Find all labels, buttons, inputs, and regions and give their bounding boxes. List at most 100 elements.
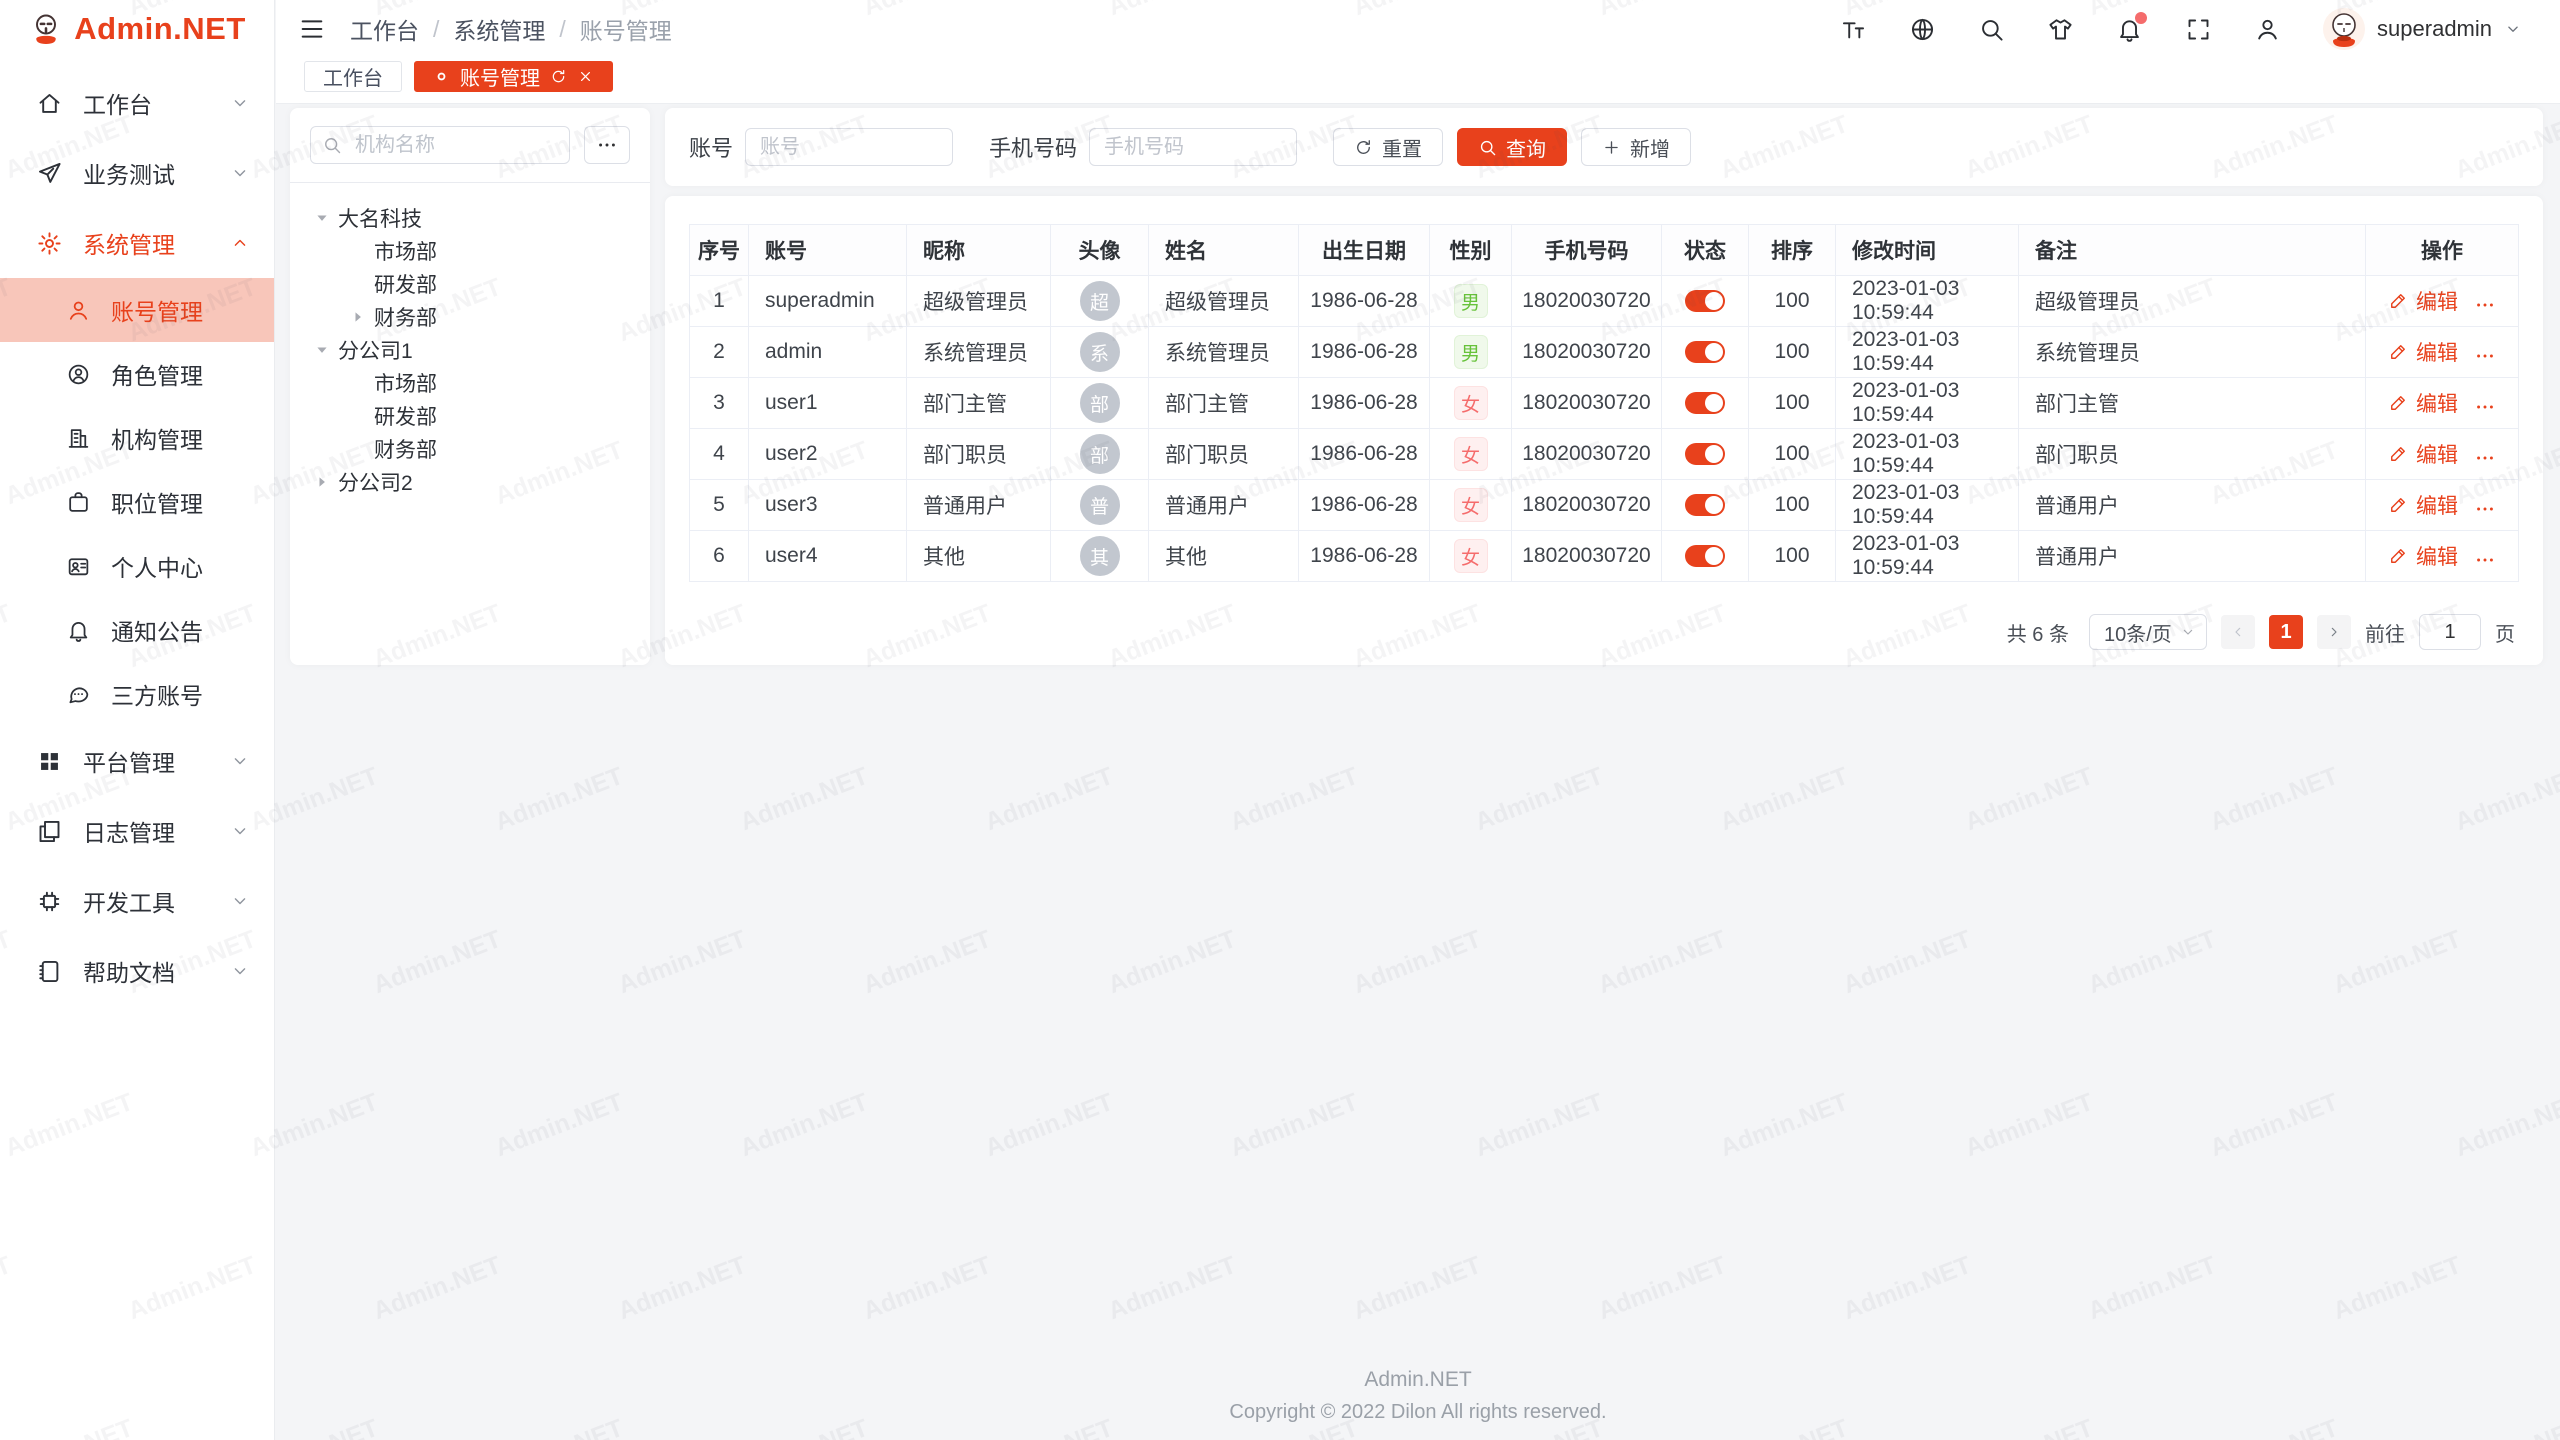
row-more-button[interactable]: [2474, 294, 2496, 316]
status-toggle[interactable]: [1685, 290, 1725, 312]
chevron-right-icon: [2326, 624, 2342, 640]
fullscreen-icon[interactable]: [2185, 16, 2212, 43]
row-more-button[interactable]: [2474, 447, 2496, 469]
pagination: 共 6 条 10条/页 1 前往: [689, 614, 2519, 650]
font-size-icon[interactable]: [1840, 16, 1867, 43]
sidebar-item-4[interactable]: 日志管理: [0, 796, 274, 866]
cell-remark: 普通用户: [2019, 480, 2366, 531]
cell-gender: 女: [1430, 531, 1512, 582]
tab-close-icon[interactable]: [577, 68, 594, 85]
tree-more-button[interactable]: [584, 126, 630, 164]
sidebar-item-label: 平台管理: [83, 744, 230, 778]
goto-page-input[interactable]: [2419, 614, 2481, 650]
search-button[interactable]: 查询: [1457, 128, 1567, 166]
content: 大名科技市场部研发部财务部分公司1市场部研发部财务部分公司2 账号 手机号码 重…: [290, 108, 2543, 665]
gender-badge: 女: [1454, 437, 1488, 471]
edit-button[interactable]: 编辑: [2388, 490, 2458, 520]
table-header-row: 序号 账号 昵称 头像 姓名 出生日期 性别 手机号码 状态 排序 修改时间: [690, 225, 2519, 276]
username: superadmin: [2377, 16, 2492, 42]
sidebar-item-5[interactable]: 开发工具: [0, 866, 274, 936]
status-toggle[interactable]: [1685, 443, 1725, 465]
sidebar-item-3[interactable]: 平台管理: [0, 726, 274, 796]
gender-badge: 女: [1454, 488, 1488, 522]
next-page-button[interactable]: [2317, 615, 2351, 649]
sidebar-subitem-2-1[interactable]: 角色管理: [0, 342, 274, 406]
sidebar-item-6[interactable]: 帮助文档: [0, 936, 274, 1006]
sidebar-subitem-2-0[interactable]: 账号管理: [0, 278, 274, 342]
cell-actions: 编辑: [2366, 327, 2519, 378]
phone-input[interactable]: [1089, 128, 1297, 166]
tree-node[interactable]: 财务部: [300, 300, 640, 333]
logo[interactable]: Admin.NET: [0, 0, 274, 58]
sidebar-item-0[interactable]: 工作台: [0, 68, 274, 138]
col-avatar: 头像: [1051, 225, 1149, 276]
prev-page-button[interactable]: [2221, 615, 2255, 649]
tree-node[interactable]: 研发部: [300, 399, 640, 432]
sidebar-item-2[interactable]: 系统管理: [0, 208, 274, 278]
global-search-icon[interactable]: [1978, 16, 2005, 43]
row-more-button[interactable]: [2474, 498, 2496, 520]
status-toggle[interactable]: [1685, 494, 1725, 516]
caret-down-icon[interactable]: [312, 208, 332, 228]
sidebar-subitem-2-6[interactable]: 三方账号: [0, 662, 274, 726]
sidebar-subitem-2-5[interactable]: 通知公告: [0, 598, 274, 662]
send-icon: [36, 160, 63, 187]
cell-account: user4: [749, 531, 907, 582]
status-toggle[interactable]: [1685, 545, 1725, 567]
edit-button[interactable]: 编辑: [2388, 439, 2458, 469]
search-icon: [322, 135, 342, 155]
org-search-input[interactable]: [310, 126, 570, 164]
row-more-button[interactable]: [2474, 549, 2496, 571]
edit-button[interactable]: 编辑: [2388, 541, 2458, 571]
chevron-down-icon: [230, 961, 250, 981]
user-menu[interactable]: superadmin: [2323, 8, 2522, 50]
sidebar-subitem-2-3[interactable]: 职位管理: [0, 470, 274, 534]
page-size-select[interactable]: 10条/页: [2089, 614, 2207, 650]
edit-button[interactable]: 编辑: [2388, 286, 2458, 316]
menu-fold-icon[interactable]: [298, 15, 326, 43]
tab-workbench[interactable]: 工作台: [304, 61, 402, 92]
theme-icon[interactable]: [2047, 16, 2074, 43]
cell-time: 2023-01-03 10:59:44: [1836, 327, 2019, 378]
sidebar-item-1[interactable]: 业务测试: [0, 138, 274, 208]
tab-account-management[interactable]: 账号管理: [414, 61, 613, 92]
edit-button[interactable]: 编辑: [2388, 337, 2458, 367]
add-button[interactable]: 新增: [1581, 128, 1691, 166]
status-toggle[interactable]: [1685, 341, 1725, 363]
cell-actions: 编辑: [2366, 480, 2519, 531]
edit-button[interactable]: 编辑: [2388, 388, 2458, 418]
cell-time: 2023-01-03 10:59:44: [1836, 531, 2019, 582]
status-toggle[interactable]: [1685, 392, 1725, 414]
caret-down-icon[interactable]: [312, 340, 332, 360]
row-more-button[interactable]: [2474, 345, 2496, 367]
tree-node[interactable]: 分公司2: [300, 465, 640, 498]
row-more-button[interactable]: [2474, 396, 2496, 418]
reset-button[interactable]: 重置: [1333, 128, 1443, 166]
cell-remark: 系统管理员: [2019, 327, 2366, 378]
tree-node[interactable]: 财务部: [300, 432, 640, 465]
tree-node[interactable]: 大名科技: [300, 201, 640, 234]
sidebar-subitem-label: 账号管理: [111, 293, 250, 327]
cell-actions: 编辑: [2366, 531, 2519, 582]
tab-refresh-icon[interactable]: [550, 68, 567, 85]
account-input[interactable]: [745, 128, 953, 166]
tree-node[interactable]: 分公司1: [300, 333, 640, 366]
cell-phone: 18020030720: [1512, 480, 1662, 531]
tree-node[interactable]: 市场部: [300, 366, 640, 399]
notification-icon[interactable]: [2116, 16, 2143, 43]
caret-right-icon[interactable]: [348, 307, 368, 327]
current-page[interactable]: 1: [2269, 615, 2303, 649]
caret-right-icon[interactable]: [312, 472, 332, 492]
avatar: 普: [1080, 485, 1120, 525]
tree-node[interactable]: 研发部: [300, 267, 640, 300]
tree-node[interactable]: 市场部: [300, 234, 640, 267]
breadcrumb-item-workbench[interactable]: 工作台: [350, 12, 419, 46]
user-icon[interactable]: [2254, 16, 2281, 43]
cell-gender: 女: [1430, 480, 1512, 531]
tab-label: 工作台: [323, 62, 383, 91]
sidebar-subitem-2-4[interactable]: 个人中心: [0, 534, 274, 598]
cell-remark: 部门主管: [2019, 378, 2366, 429]
sidebar-subitem-2-2[interactable]: 机构管理: [0, 406, 274, 470]
breadcrumb-item-system[interactable]: 系统管理: [453, 12, 545, 46]
language-icon[interactable]: [1909, 16, 1936, 43]
